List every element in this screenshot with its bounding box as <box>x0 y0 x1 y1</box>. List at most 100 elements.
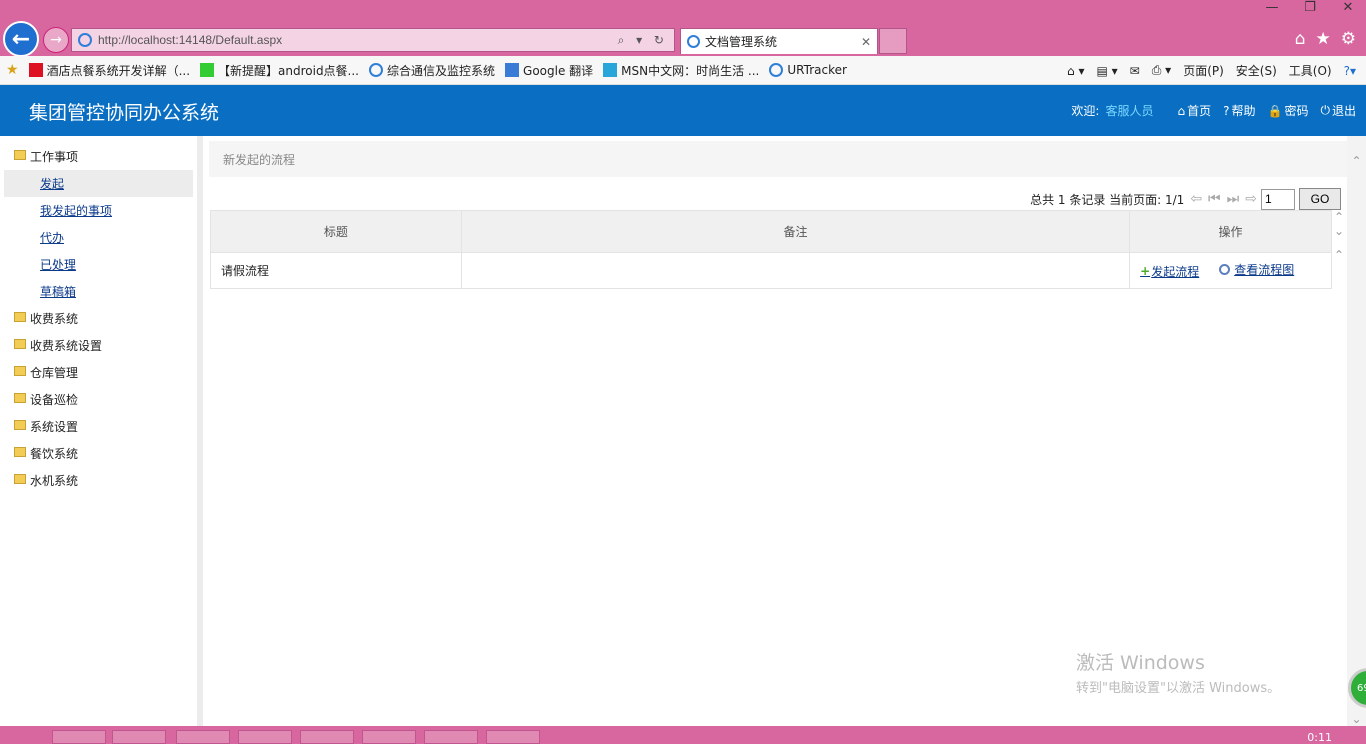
scroll-down-icon[interactable]: ⌄ <box>1347 712 1366 726</box>
minimize-icon[interactable]: — <box>1262 0 1282 15</box>
favorites-star-icon[interactable]: ★ <box>6 62 19 78</box>
folder-icon <box>14 446 26 457</box>
taskbar-app-button[interactable] <box>176 730 230 744</box>
home-icon[interactable]: ⌂ <box>1295 29 1306 49</box>
tree-group-warehouse[interactable]: 仓库管理 <box>0 359 197 386</box>
app-title: 集团管控协同办公系统 <box>29 102 220 124</box>
taskbar-word-button[interactable] <box>362 730 416 744</box>
scroll-up-icon[interactable]: ⌃ <box>1331 210 1347 224</box>
sidebar-tree: 工作事项 发起 我发起的事项 代办 已处理 草稿箱 收费系统 收费系统设置 仓库… <box>0 136 203 726</box>
page-number-input[interactable] <box>1261 188 1295 210</box>
favorite-link[interactable]: MSN中文网：时尚生活 ... <box>603 62 759 79</box>
page-scrollbar[interactable]: ⌃ ⌄ <box>1347 136 1366 726</box>
settings-gear-icon[interactable]: ⚙ <box>1341 29 1356 49</box>
folder-icon <box>14 473 26 484</box>
close-window-icon[interactable]: ✕ <box>1338 0 1358 15</box>
watermark-title: 激活 Windows <box>1076 652 1205 674</box>
lock-icon: 🔒 <box>1267 103 1283 118</box>
help-icon[interactable]: ?▾ <box>1344 64 1356 78</box>
watermark-subtitle: 转到"电脑设置"以激活 Windows。 <box>1076 681 1281 696</box>
tree-item-processed[interactable]: 已处理 <box>0 251 197 278</box>
start-windows-icon[interactable] <box>0 730 40 744</box>
start-process-link[interactable]: + 发起流程 <box>1140 263 1199 280</box>
folder-icon <box>14 338 26 349</box>
favorite-link[interactable]: 综合通信及监控系统 <box>369 62 495 79</box>
favorites-star-icon[interactable]: ★ <box>1316 29 1331 49</box>
favorite-link[interactable]: 酒店点餐系统开发详解（... <box>28 62 190 79</box>
forward-arrow-icon[interactable]: → <box>43 27 69 53</box>
activation-watermark: 激活 Windows 转到"电脑设置"以激活 Windows。 <box>1076 648 1280 696</box>
tab-title: 文档管理系统 <box>705 35 778 49</box>
tree-group-catering[interactable]: 餐饮系统 <box>0 440 197 467</box>
welcome-label: 欢迎: <box>1071 104 1100 118</box>
password-link[interactable]: 🔒 密码 <box>1268 102 1309 119</box>
taskbar-app-button[interactable] <box>238 730 292 744</box>
pager-summary: 总共 1 条记录 当前页面: 1/1 <box>1030 192 1185 207</box>
tree-item-start[interactable]: 发起 <box>4 170 193 197</box>
tree-group-billing[interactable]: 收费系统 <box>0 305 197 332</box>
site-icon <box>603 63 618 77</box>
favorite-link[interactable]: Google 翻译 <box>505 62 593 79</box>
search-refresh-icons[interactable]: ⌕ ▾ ↻ <box>618 33 668 48</box>
current-user[interactable]: 客服人员 <box>1105 102 1153 119</box>
home-icon[interactable]: ⌂ ▾ <box>1067 64 1084 78</box>
scroll-down-icon[interactable]: ⌄ <box>1331 224 1347 238</box>
inner-scrollbar[interactable]: ⌃ ⌄ ⌃ <box>1331 210 1347 300</box>
tree-item-my-started[interactable]: 我发起的事项 <box>0 197 197 224</box>
main-panel: 新发起的流程 总共 1 条记录 当前页面: 1/1 ⇦ ⏮ ⏭ ⇨ GO 标题 … <box>209 141 1347 726</box>
taskbar-vs-button[interactable] <box>300 730 354 744</box>
first-page-icon[interactable]: ⏮ <box>1208 191 1221 207</box>
tree-group-inspection[interactable]: 设备巡检 <box>0 386 197 413</box>
go-button[interactable]: GO <box>1299 188 1341 210</box>
plus-icon: + <box>1140 264 1151 279</box>
site-icon <box>505 63 520 77</box>
folder-icon <box>14 149 26 160</box>
taskbar-app-button[interactable] <box>486 730 540 744</box>
favorites-bar: ★ 酒店点餐系统开发详解（... 【新提醒】android点餐... 综合通信及… <box>0 56 1366 85</box>
browser-titlebar: ← → http://localhost:14148/Default.aspx … <box>0 0 1366 57</box>
back-arrow-icon[interactable]: ← <box>3 21 39 57</box>
taskbar-ie-button[interactable] <box>52 730 106 744</box>
tree-group-water-machine[interactable]: 水机系统 <box>0 467 197 494</box>
folder-icon <box>14 365 26 376</box>
browser-tab[interactable]: 文档管理系统 ✕ <box>680 28 878 54</box>
address-text[interactable]: http://localhost:14148/Default.aspx <box>98 33 618 47</box>
clock[interactable]: 0:11 <box>1307 731 1332 744</box>
prev-page-icon[interactable]: ⇦ <box>1190 191 1202 207</box>
close-tab-icon[interactable]: ✕ <box>861 35 871 49</box>
scroll-up-icon[interactable]: ⌃ <box>1331 248 1347 262</box>
address-bar[interactable]: http://localhost:14148/Default.aspx ⌕ ▾ … <box>71 28 675 52</box>
page-heading: 新发起的流程 <box>209 141 1347 177</box>
magnifier-icon <box>1219 264 1231 276</box>
safety-menu[interactable]: 安全(S) <box>1236 62 1277 79</box>
last-page-icon[interactable]: ⏭ <box>1227 191 1240 207</box>
cell-note <box>460 252 1131 289</box>
home-link[interactable]: ⌂ 首页 <box>1177 102 1211 119</box>
taskbar-explorer-button[interactable] <box>112 730 166 744</box>
favorite-link[interactable]: 【新提醒】android点餐... <box>200 62 359 79</box>
table-header-row: 标题 备注 操作 <box>210 210 1332 253</box>
tools-menu[interactable]: 工具(O) <box>1289 62 1332 79</box>
print-icon[interactable]: ⎙ ▾ <box>1152 63 1171 78</box>
new-tab-button[interactable] <box>879 28 907 54</box>
scroll-up-icon[interactable]: ⌃ <box>1347 154 1366 168</box>
next-page-icon[interactable]: ⇨ <box>1245 191 1257 207</box>
view-flowchart-link[interactable]: 查看流程图 <box>1219 261 1294 278</box>
user-bar: 欢迎: 客服人员 ⌂ 首页 ? 帮助 🔒 密码 ⏻ 退出 <box>1071 102 1356 119</box>
rss-feed-icon[interactable]: ▤ ▾ <box>1096 64 1117 78</box>
favorite-link[interactable]: URTracker <box>769 63 847 77</box>
taskbar: 0:11 <box>0 726 1366 744</box>
help-link[interactable]: ? 帮助 <box>1223 102 1255 119</box>
tree-group-work[interactable]: 工作事项 <box>0 143 197 170</box>
page-menu[interactable]: 页面(P) <box>1183 62 1224 79</box>
tree-group-billing-settings[interactable]: 收费系统设置 <box>0 332 197 359</box>
restore-icon[interactable]: ❐ <box>1300 0 1320 15</box>
tree-item-drafts[interactable]: 草稿箱 <box>0 278 197 305</box>
tree-item-todo[interactable]: 代办 <box>0 224 197 251</box>
mail-icon[interactable]: ✉ <box>1130 64 1140 78</box>
site-icon <box>200 63 215 77</box>
taskbar-app-button[interactable] <box>424 730 478 744</box>
tree-group-system-settings[interactable]: 系统设置 <box>0 413 197 440</box>
table-row: 请假流程 + 发起流程 查看流程图 <box>210 252 1332 289</box>
logout-link[interactable]: ⏻ 退出 <box>1320 102 1356 119</box>
